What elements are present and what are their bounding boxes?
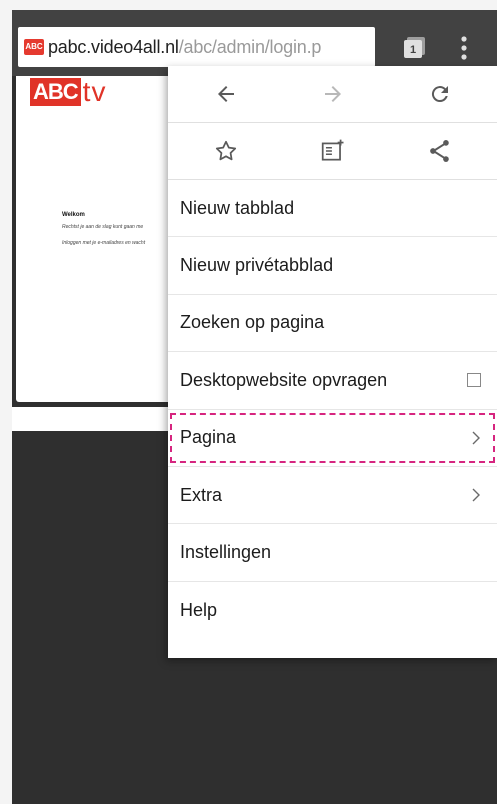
screen: ABC pabc.video4all.nl/abc/admin/login.p … — [0, 0, 497, 804]
bookmark-star-icon[interactable] — [206, 131, 246, 171]
url-host: pabc.video4all.nl — [48, 36, 179, 57]
logo-abc-text: ABC — [30, 78, 81, 106]
back-arrow-icon[interactable] — [206, 74, 246, 114]
menu-item-request-desktop-site[interactable]: Desktopwebsite opvragen — [168, 352, 497, 410]
url-path: /abc/admin/login.p — [178, 36, 322, 57]
menu-item-label: Pagina — [180, 427, 237, 448]
menu-item-new-private-tab[interactable]: Nieuw privétabblad — [168, 237, 497, 295]
menu-item-page[interactable]: Pagina — [168, 410, 497, 467]
menu-item-extra[interactable]: Extra — [168, 467, 497, 525]
menu-item-label: Nieuw privétabblad — [180, 255, 334, 276]
url-bar[interactable]: ABC pabc.video4all.nl/abc/admin/login.p — [18, 27, 375, 67]
welcome-heading: Welkom — [62, 212, 85, 218]
refresh-icon[interactable] — [420, 74, 460, 114]
menu-item-label: Instellingen — [180, 542, 272, 563]
menu-actions-row — [168, 123, 497, 180]
tab-count: 1 — [410, 44, 416, 56]
abc-tv-logo: ABC tv — [30, 78, 106, 106]
menu-nav-row — [168, 66, 497, 123]
overflow-menu-icon[interactable] — [460, 36, 468, 60]
menu-item-help[interactable]: Help — [168, 582, 497, 639]
menu-item-label: Help — [180, 599, 218, 620]
menu-item-label: Extra — [180, 484, 223, 505]
menu-item-label: Nieuw tabblad — [180, 197, 295, 218]
tab-switcher-icon[interactable]: 1 — [404, 36, 426, 58]
menu-item-label: Zoeken op pagina — [180, 312, 325, 333]
logo-tv-text: tv — [82, 76, 107, 107]
forward-arrow-icon[interactable] — [313, 74, 353, 114]
welcome-line-1: Rechtst je aan de slag kunt gaan me — [62, 224, 144, 230]
url-text: pabc.video4all.nl/abc/admin/login.p — [48, 37, 321, 58]
overflow-menu: Nieuw tabblad Nieuw privétabblad Zoeken … — [168, 66, 497, 658]
desktop-site-checkbox[interactable] — [467, 373, 481, 388]
welcome-line-2: Inloggen met je e-mailadres en wacht — [62, 240, 146, 246]
menu-item-new-tab[interactable]: Nieuw tabblad — [168, 180, 497, 238]
chevron-right-icon — [472, 431, 480, 445]
chevron-right-icon — [472, 488, 480, 502]
menu-item-find-in-page[interactable]: Zoeken op pagina — [168, 295, 497, 353]
menu-item-label: Desktopwebsite opvragen — [180, 369, 388, 390]
site-favicon-icon: ABC — [24, 39, 44, 55]
share-icon[interactable] — [420, 131, 460, 171]
reading-list-add-icon[interactable] — [313, 131, 353, 171]
menu-item-settings[interactable]: Instellingen — [168, 524, 497, 582]
